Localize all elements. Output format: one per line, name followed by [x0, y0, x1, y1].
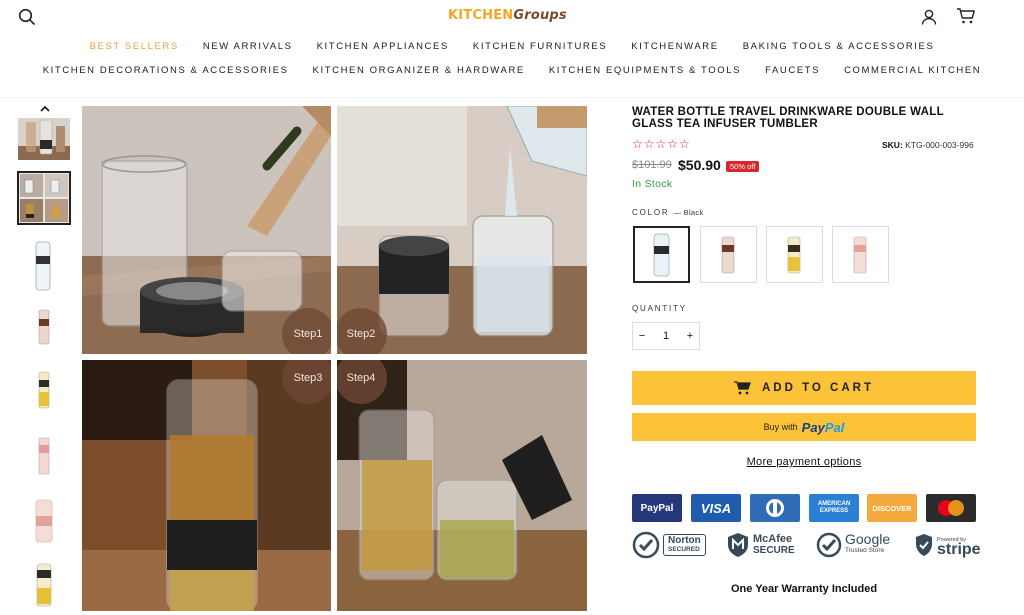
nav-commercial-kitchen[interactable]: COMMERCIAL KITCHEN — [844, 65, 981, 76]
cart-icon — [733, 381, 751, 395]
google-check-icon — [816, 532, 842, 558]
paypal-logo: PayPal — [802, 420, 845, 435]
nav-kitchen-decorations[interactable]: KITCHEN DECORATIONS & ACCESSORIES — [43, 65, 289, 76]
google-trusted-store-text: Trusted Store — [845, 547, 885, 554]
mcafee-secure-text: SECURE — [753, 545, 795, 556]
cart-icon[interactable] — [956, 7, 976, 25]
discover-card-icon: DISCOVER — [867, 494, 917, 522]
nav-kitchen-furnitures[interactable]: KITCHEN FURNITURES — [473, 41, 607, 52]
mcafee-text: McAfee — [753, 533, 793, 545]
google-trusted-store-badge: Google Trusted Store — [816, 531, 890, 559]
color-value: — Black — [673, 208, 704, 217]
nav-kitchen-appliances[interactable]: KITCHEN APPLIANCES — [317, 41, 449, 52]
color-label: COLOR — Black — [632, 208, 704, 217]
thumbnail-8[interactable] — [18, 560, 70, 610]
sku-value: KTG-000-003-996 — [905, 140, 974, 150]
amex-card-icon: AMERICAN EXPRESS — [809, 494, 859, 522]
nav-new-arrivals[interactable]: NEW ARRIVALS — [203, 41, 293, 52]
main-nav-row-1: BEST SELLERS NEW ARRIVALS KITCHEN APPLIA… — [0, 41, 1024, 52]
sale-price: $50.90 — [678, 157, 721, 173]
thumbnail-1[interactable] — [18, 118, 70, 160]
stripe-badge: Powered by stripe — [914, 531, 981, 559]
rating-stars[interactable]: ☆☆☆☆☆ — [632, 137, 691, 151]
quantity-stepper: − 1 + — [632, 322, 700, 350]
main-nav-row-2: KITCHEN DECORATIONS & ACCESSORIES KITCHE… — [0, 65, 1024, 76]
product-image-step1[interactable]: Step1 — [82, 106, 331, 354]
paypal-logo-pay: Pay — [801, 419, 825, 435]
color-swatch-black[interactable] — [633, 226, 690, 283]
thumbnail-3[interactable] — [18, 238, 70, 294]
norton-check-icon — [632, 531, 660, 559]
add-to-cart-label: ADD TO CART — [761, 382, 874, 394]
nav-baking-tools[interactable]: BAKING TOOLS & ACCESSORIES — [743, 41, 935, 52]
nav-kitchen-equipments[interactable]: KITCHEN EQUIPMENTS & TOOLS — [549, 65, 741, 76]
quantity-decrease-button[interactable]: − — [633, 330, 651, 342]
amex-card-label: AMERICAN EXPRESS — [817, 501, 851, 514]
paypal-card-label: PayPal — [640, 502, 674, 514]
mcafee-shield-icon — [728, 533, 748, 557]
diners-card-icon — [750, 494, 800, 522]
stripe-shield-icon — [916, 534, 932, 556]
thumbnail-7[interactable] — [18, 496, 70, 546]
visa-card-label: VISA — [700, 500, 732, 516]
stock-status: In Stock — [632, 178, 673, 190]
buy-with-label: Buy with — [763, 422, 798, 432]
quantity-label: QUANTITY — [632, 304, 687, 313]
more-payment-options-link[interactable]: More payment options — [632, 456, 976, 468]
discover-card-label: DISCOVER — [872, 503, 912, 513]
thumbnail-5[interactable] — [18, 366, 70, 416]
logo-text-groups: Groups — [513, 8, 567, 23]
product-image-step3[interactable]: Step3 — [82, 360, 331, 611]
logo-text-kitchen: KITCHEN — [448, 8, 514, 23]
site-logo[interactable]: KITCHENGroups — [448, 8, 567, 23]
warranty-text: One Year Warranty Included — [730, 583, 878, 595]
nav-kitchen-organizer[interactable]: KITCHEN ORGANIZER & HARDWARE — [313, 65, 525, 76]
thumbnail-6[interactable] — [18, 432, 70, 482]
sku-label: SKU: — [882, 140, 903, 150]
original-price: $101.99 — [632, 159, 672, 171]
stripe-text: stripe — [937, 541, 981, 558]
search-icon[interactable] — [18, 8, 36, 26]
google-text: Google — [845, 531, 891, 547]
add-to-cart-button[interactable]: ADD TO CART — [632, 371, 976, 405]
color-swatch-gold[interactable] — [766, 226, 823, 283]
header-divider — [0, 97, 1024, 98]
color-label-text: COLOR — [632, 208, 670, 217]
step-badge: Step1 — [282, 308, 331, 354]
norton-text: Norton — [668, 535, 701, 546]
quantity-input[interactable]: 1 — [651, 330, 681, 342]
paypal-logo-pal: Pal — [824, 419, 845, 435]
nav-faucets[interactable]: FAUCETS — [765, 65, 820, 76]
paypal-card-icon: PayPal — [632, 494, 682, 522]
quantity-increase-button[interactable]: + — [681, 330, 699, 342]
mastercard-card-icon — [926, 494, 976, 522]
product-title: WATER BOTTLE TRAVEL DRINKWARE DOUBLE WAL… — [632, 106, 944, 130]
thumbnail-4[interactable] — [18, 304, 70, 354]
product-image-step4[interactable]: Step4 — [337, 360, 587, 611]
color-swatch-pink[interactable] — [832, 226, 889, 283]
nav-best-sellers[interactable]: BEST SELLERS — [90, 41, 179, 52]
mcafee-secure-badge: McAfee SECURE — [726, 531, 795, 559]
product-image-step2[interactable]: Step2 — [337, 106, 587, 354]
account-icon[interactable] — [920, 8, 938, 26]
thumbnail-2-selected[interactable] — [17, 171, 71, 225]
sku: SKU: KTG-000-003-996 — [882, 140, 974, 150]
discount-badge: 50% off — [726, 161, 760, 172]
visa-card-icon: VISA — [691, 494, 741, 522]
nav-kitchenware[interactable]: KITCHENWARE — [631, 41, 718, 52]
chevron-up-icon[interactable] — [38, 104, 52, 114]
step-badge: Step2 — [337, 308, 387, 354]
norton-secured-text: SECURED — [668, 546, 700, 553]
paypal-checkout-button[interactable]: Buy with PayPal — [632, 413, 976, 441]
norton-secured-badge: Norton SECURED — [632, 531, 706, 559]
color-swatch-brown[interactable] — [700, 226, 757, 283]
